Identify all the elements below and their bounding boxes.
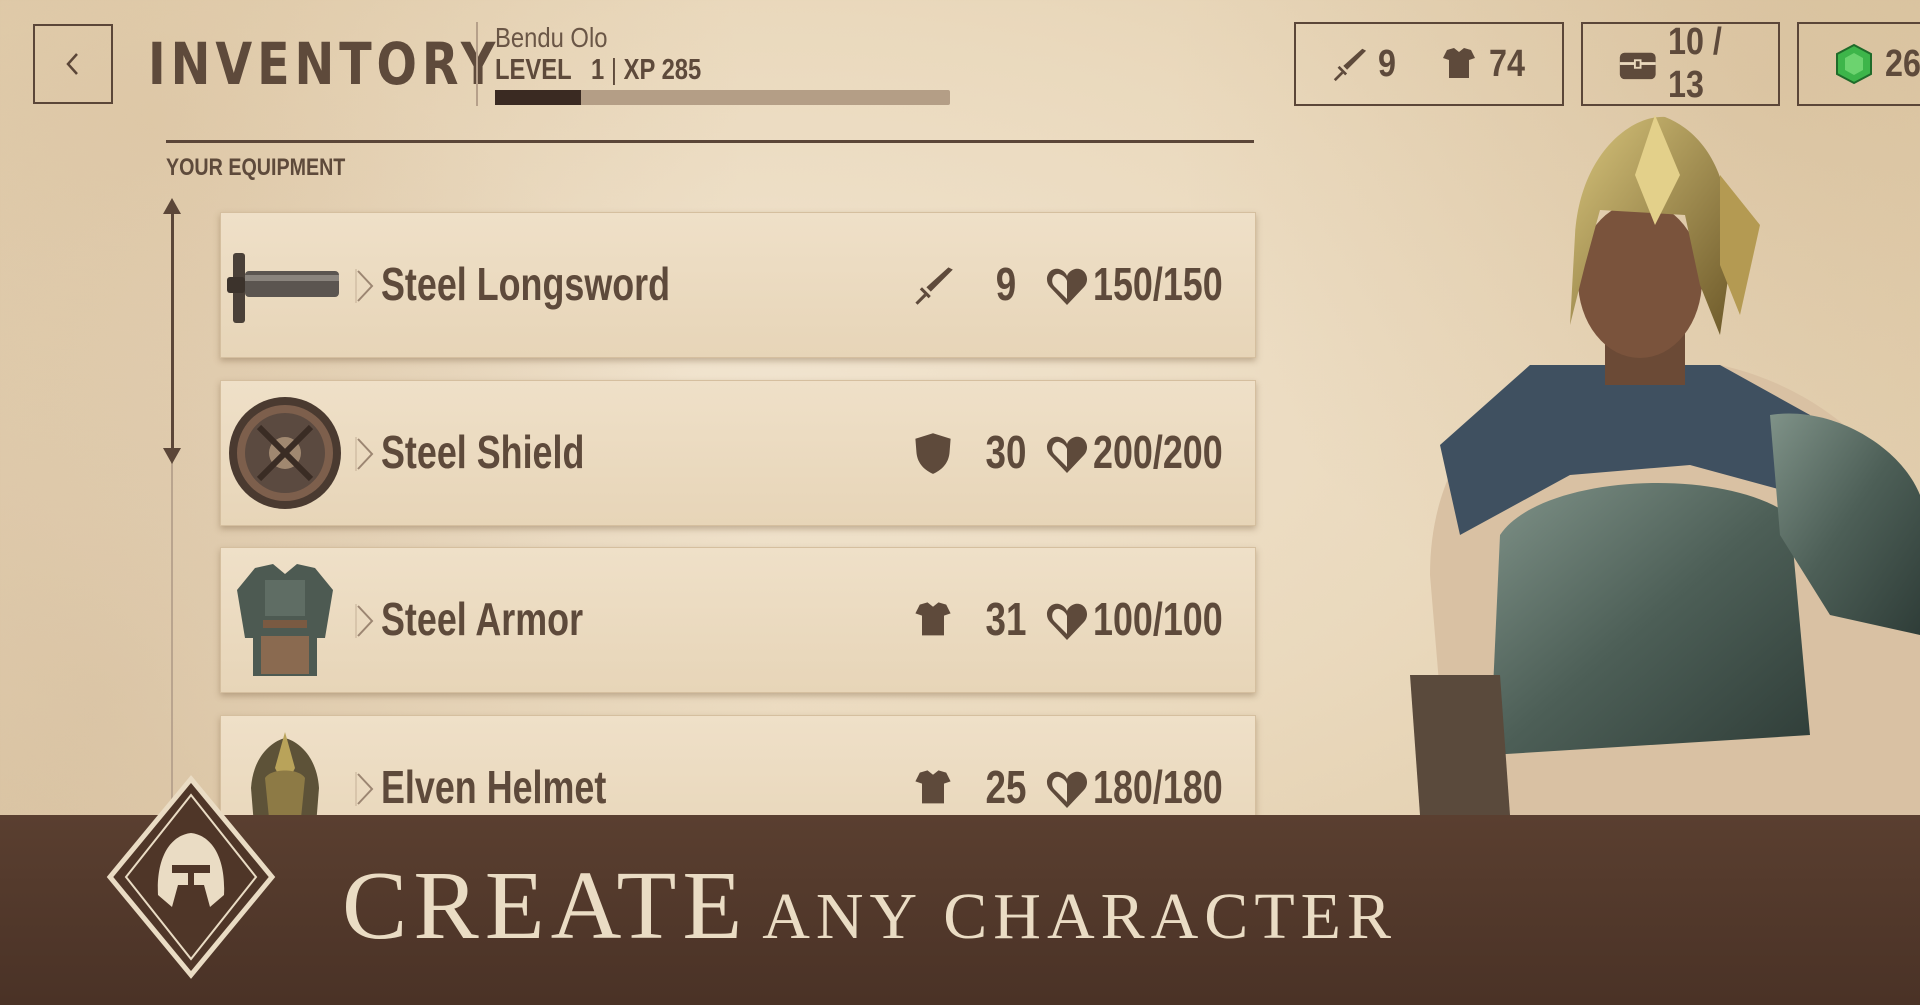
item-durability: 150/150 — [1093, 258, 1223, 310]
item-stat-value: 9 — [995, 258, 1017, 310]
level-separator: | — [610, 54, 618, 86]
gem-icon — [1836, 43, 1872, 85]
scroll-down-arrow[interactable] — [163, 448, 181, 464]
banner-headline-main: CREATE — [342, 852, 749, 960]
gems-panel[interactable]: 26 — [1797, 22, 1920, 106]
armor-icon — [1443, 48, 1476, 78]
level-value: 1 — [591, 54, 605, 86]
durability-heart-icon — [1046, 268, 1088, 305]
item-stat-value: 30 — [985, 426, 1027, 478]
sword-icon — [1333, 48, 1367, 82]
armor-icon — [915, 770, 951, 804]
equipment-row[interactable]: Steel Shield 30 200/200 — [220, 380, 1256, 526]
page-title: INVENTORY — [148, 30, 501, 98]
player-name: Bendu Olo — [495, 22, 608, 53]
body-armor-icon — [237, 564, 333, 676]
xp-progress-bar — [495, 90, 950, 105]
durability-heart-icon — [1046, 771, 1088, 808]
item-durability: 180/180 — [1093, 761, 1223, 813]
equipment-row[interactable]: Steel Longsword 9 150/150 — [220, 212, 1256, 358]
item-stat-value: 31 — [985, 593, 1027, 645]
chevron-right-icon — [355, 437, 374, 471]
round-shield-icon — [229, 397, 341, 509]
item-name: Elven Helmet — [381, 761, 607, 813]
level-line: LEVEL 1 | XP 285 — [495, 54, 701, 87]
shield-icon — [915, 433, 951, 474]
item-stat-value: 25 — [985, 761, 1027, 813]
level-label: LEVEL — [495, 54, 572, 86]
chevron-left-icon — [66, 53, 78, 75]
armor-icon — [915, 602, 951, 636]
inventory-capacity-panel[interactable]: 10 / 13 — [1581, 21, 1780, 106]
xp-label: XP 285 — [623, 54, 702, 86]
section-label: YOUR EQUIPMENT — [166, 154, 346, 181]
item-name: Steel Armor — [381, 593, 584, 645]
armor-value: 74 — [1489, 42, 1526, 85]
scroll-up-arrow[interactable] — [163, 198, 181, 214]
durability-heart-icon — [1046, 436, 1088, 473]
inventory-capacity-value: 10 / 13 — [1668, 21, 1723, 106]
section-divider — [166, 140, 1254, 143]
helmet-emblem-icon — [106, 775, 276, 979]
chest-icon — [1619, 52, 1656, 80]
back-button[interactable] — [33, 24, 113, 104]
attack-value: 9 — [1378, 42, 1396, 85]
gems-value: 26 — [1885, 42, 1920, 85]
durability-heart-icon — [1046, 603, 1088, 640]
item-durability: 100/100 — [1093, 593, 1223, 645]
scroll-track[interactable] — [171, 208, 174, 458]
chevron-right-icon — [355, 604, 374, 638]
longsword-icon — [227, 253, 339, 323]
chevron-right-icon — [355, 772, 374, 806]
item-durability: 200/200 — [1093, 426, 1223, 478]
equipment-row[interactable]: Steel Armor 31 100/100 — [220, 547, 1256, 693]
header-divider — [476, 22, 478, 106]
top-bar: INVENTORY Bendu Olo LEVEL 1 | XP 285 9 7… — [0, 0, 1920, 118]
item-name: Steel Longsword — [381, 258, 671, 310]
banner-headline-sub: ANY CHARACTER — [762, 880, 1397, 953]
xp-progress-fill — [495, 90, 582, 105]
banner-headline: CREATE ANY CHARACTER — [342, 850, 1397, 962]
scroll-track-lower — [171, 458, 173, 818]
combat-stats-panel[interactable]: 9 74 — [1294, 22, 1564, 106]
item-name: Steel Shield — [381, 426, 585, 478]
sword-icon — [915, 267, 953, 305]
chevron-right-icon — [355, 269, 374, 303]
character-portrait — [1410, 115, 1920, 815]
